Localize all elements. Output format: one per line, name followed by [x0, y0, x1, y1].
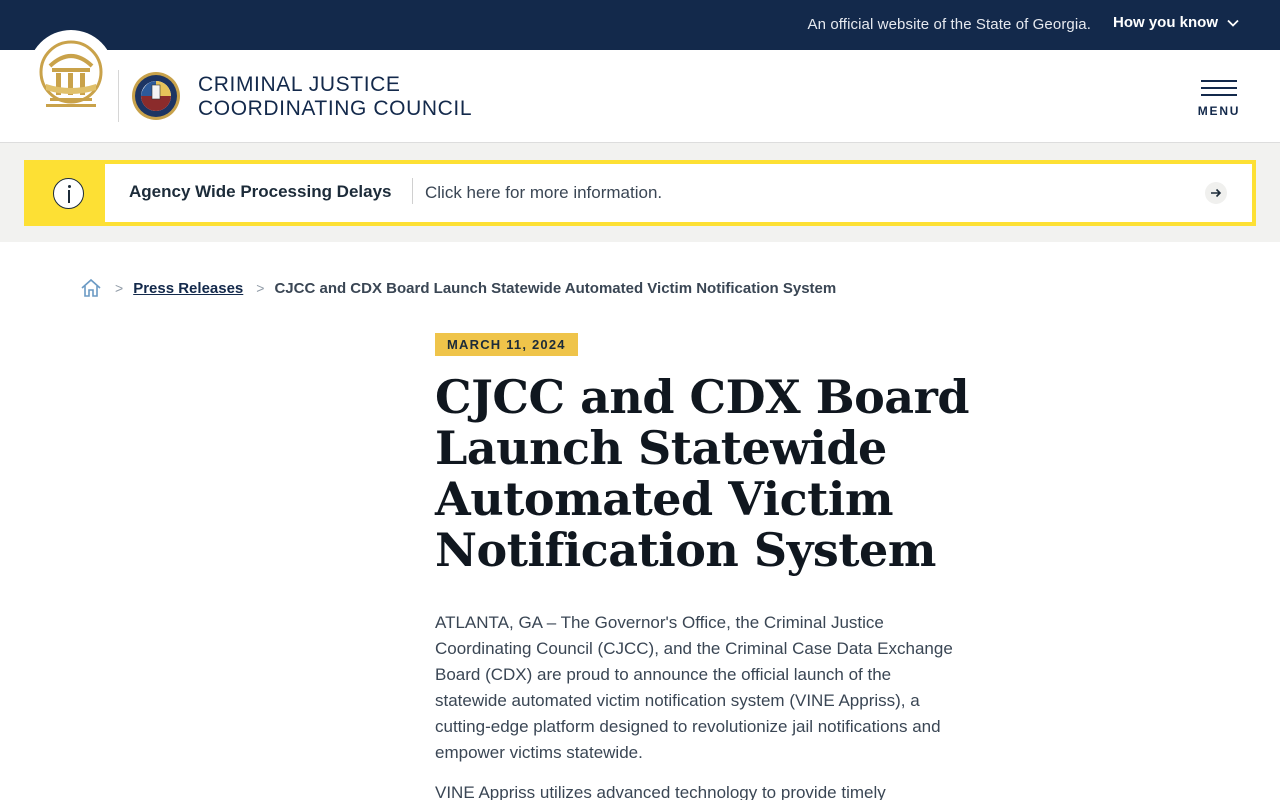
arrow-right-icon — [1211, 188, 1222, 198]
article-body: ATLANTA, GA – The Governor's Office, the… — [435, 610, 965, 800]
article-title: CJCC and CDX Board Launch Statewide Auto… — [435, 370, 970, 577]
how-you-know-toggle[interactable]: How you know — [1113, 14, 1240, 31]
menu-label: MENU — [1197, 104, 1241, 118]
publish-date-badge: MARCH 11, 2024 — [435, 333, 578, 356]
hamburger-icon — [1201, 80, 1237, 96]
home-icon[interactable] — [80, 277, 102, 299]
agency-name-line2: COORDINATING COUNCIL — [198, 97, 473, 120]
menu-button[interactable]: MENU — [1196, 76, 1242, 120]
breadcrumb-chevron-icon: > — [256, 280, 265, 296]
breadcrumb-chevron-icon: > — [115, 280, 124, 296]
site-header: CRIMINAL JUSTICE COORDINATING COUNCIL ME… — [0, 30, 1280, 143]
alert-divider — [412, 178, 413, 204]
article-paragraph: ATLANTA, GA – The Governor's Office, the… — [435, 613, 953, 762]
alert-message: Click here for more information. — [425, 183, 663, 202]
breadcrumb: > Press Releases > CJCC and CDX Board La… — [80, 276, 836, 300]
info-icon — [53, 178, 84, 209]
processing-delays-alert[interactable]: Agency Wide Processing Delays Click here… — [24, 160, 1256, 226]
breadcrumb-current: CJCC and CDX Board Launch Statewide Auto… — [274, 279, 837, 297]
how-you-know-label: How you know — [1113, 14, 1218, 31]
alert-title: Agency Wide Processing Delays — [129, 182, 392, 201]
official-site-text: An official website of the State of Geor… — [807, 16, 1091, 33]
breadcrumb-link-press-releases[interactable]: Press Releases — [133, 280, 243, 297]
chevron-down-icon — [1227, 19, 1239, 27]
alert-band: Agency Wide Processing Delays Click here… — [0, 143, 1280, 242]
cjcc-seal-icon[interactable] — [131, 71, 181, 121]
header-divider — [118, 70, 119, 122]
official-site-banner: An official website of the State of Geor… — [0, 0, 1280, 50]
georgia-state-seal-icon[interactable] — [36, 40, 106, 116]
agency-name[interactable]: CRIMINAL JUSTICE COORDINATING COUNCIL — [198, 73, 472, 121]
article-paragraph: VINE Appriss utilizes advanced technolog… — [435, 783, 886, 800]
alert-icon-box — [28, 164, 105, 222]
alert-arrow-button[interactable] — [1205, 182, 1227, 204]
agency-name-line1: CRIMINAL JUSTICE — [198, 73, 401, 96]
